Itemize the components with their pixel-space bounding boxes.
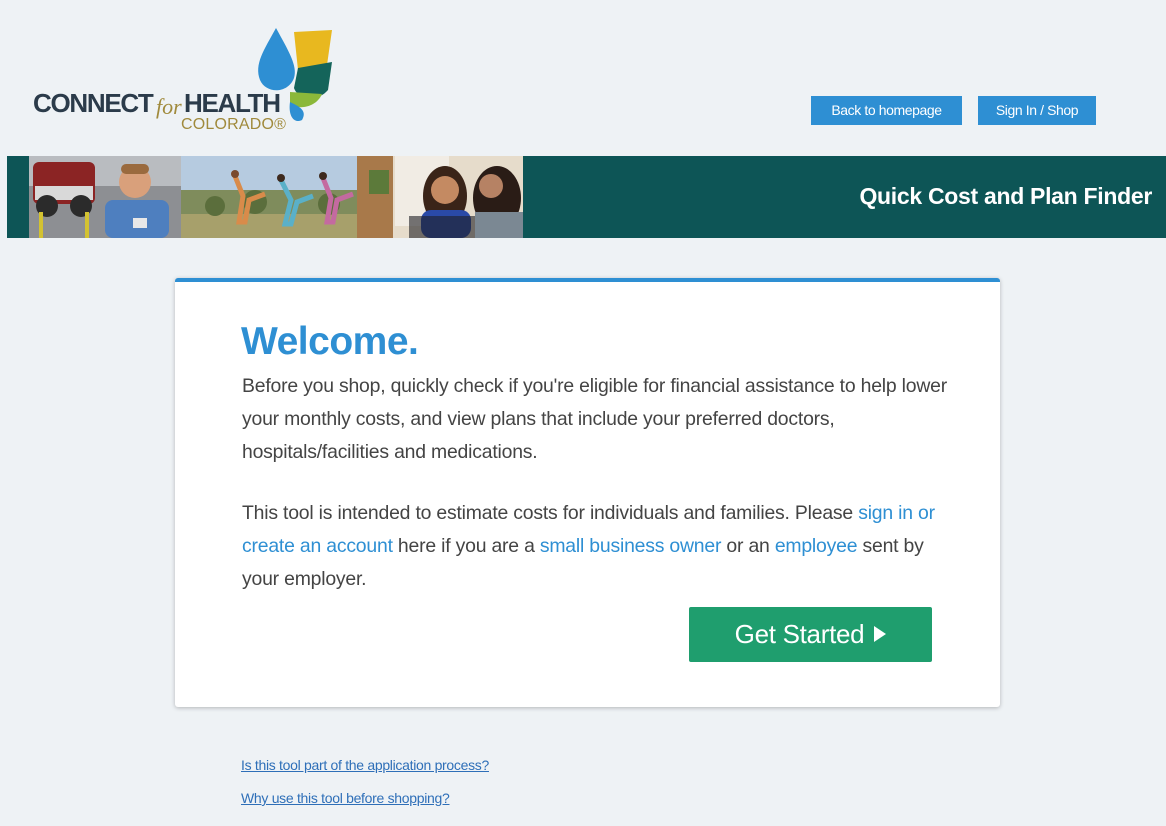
logo-colorado-text: COLORADO® [181, 116, 287, 133]
get-started-label: Get Started [734, 619, 865, 649]
logo-connect-text: CONNECT [33, 88, 154, 118]
logo-for-text: for [156, 94, 182, 119]
intro-paragraph: Before you shop, quickly check if you're… [242, 375, 948, 463]
banner: Quick Cost and Plan Finder [7, 156, 1166, 238]
connect-for-health-logo[interactable]: CONNECT for HEALTH COLORADO® [32, 28, 342, 140]
logo-health-text: HEALTH [184, 88, 281, 118]
small-business-owner-link[interactable]: small business owner [540, 535, 722, 557]
page: CONNECT for HEALTH COLORADO® Back to hom… [7, 8, 1166, 826]
banner-photos-image [29, 156, 523, 238]
banner-title: Quick Cost and Plan Finder [859, 183, 1152, 209]
tool-info-text: This tool is intended to estimate costs … [242, 502, 859, 524]
sign-in-shop-button[interactable]: Sign In / Shop [978, 96, 1096, 125]
welcome-heading: Welcome. [241, 320, 419, 363]
welcome-card: Welcome. Before you shop, quickly check … [175, 278, 1000, 707]
get-started-button[interactable]: Get Started [689, 607, 932, 662]
play-arrow-icon [874, 626, 887, 643]
tool-info-paragraph: This tool is intended to estimate costs … [242, 497, 962, 596]
application-process-link[interactable]: Is this tool part of the application pro… [241, 757, 489, 773]
tool-info-text: or an [721, 535, 775, 557]
back-to-homepage-button[interactable]: Back to homepage [811, 96, 962, 125]
why-use-tool-link[interactable]: Why use this tool before shopping? [241, 790, 450, 806]
employee-link[interactable]: employee [775, 535, 858, 557]
tool-info-text: here if you are a [392, 535, 540, 557]
banner-photo-strip [29, 156, 523, 238]
